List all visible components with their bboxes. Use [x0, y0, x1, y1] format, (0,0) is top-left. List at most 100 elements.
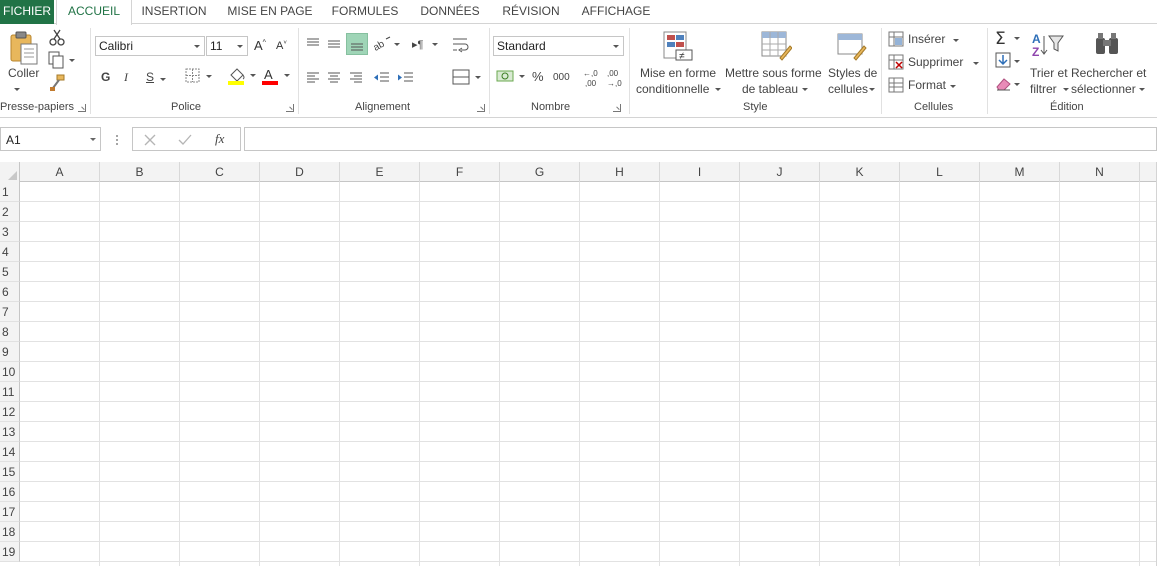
insert-cells-caret[interactable]	[950, 33, 959, 47]
column-header-c[interactable]: C	[180, 162, 260, 182]
decrease-decimal-icon[interactable]: ,00 →,0	[606, 67, 626, 89]
find-select-icon[interactable]	[1093, 30, 1123, 60]
clear-icon[interactable]	[994, 75, 1024, 93]
format-as-table-icon[interactable]	[760, 30, 793, 62]
conditional-formatting-caret[interactable]	[712, 82, 721, 96]
conditional-formatting-icon[interactable]: ≠	[662, 30, 694, 62]
row-header-17[interactable]: 17	[0, 502, 20, 522]
insert-cells-label[interactable]: Insérer	[908, 32, 945, 46]
align-right-icon[interactable]	[348, 70, 364, 86]
delete-cells-caret[interactable]	[970, 56, 979, 70]
decrease-indent-icon[interactable]	[372, 70, 390, 86]
enter-check-icon[interactable]	[178, 133, 192, 147]
copy-icon[interactable]	[48, 51, 76, 69]
cell-styles-icon[interactable]	[836, 30, 868, 62]
tab-home[interactable]: ACCUEIL	[56, 0, 132, 25]
format-cells-caret[interactable]	[947, 79, 956, 93]
row-header-9[interactable]: 9	[0, 342, 20, 362]
cell-styles-caret[interactable]	[866, 82, 875, 96]
paste-icon[interactable]	[8, 30, 40, 66]
sort-filter-caret[interactable]	[1060, 82, 1069, 96]
tab-view[interactable]: AFFICHAGE	[576, 0, 656, 24]
tab-review[interactable]: RÉVISION	[496, 0, 566, 24]
chevron-down-icon[interactable]	[233, 37, 247, 55]
tab-formulas[interactable]: FORMULES	[326, 0, 404, 24]
tab-data[interactable]: DONNÉES	[414, 0, 486, 24]
format-painter-icon[interactable]	[48, 74, 66, 92]
column-header-b[interactable]: B	[100, 162, 180, 182]
delete-cells-icon[interactable]	[888, 54, 904, 70]
orientation-icon[interactable]: ab	[371, 35, 402, 54]
align-bottom-icon[interactable]	[346, 33, 368, 55]
name-box[interactable]: A1	[0, 127, 101, 151]
column-header-e[interactable]: E	[340, 162, 420, 182]
insert-cells-icon[interactable]	[888, 31, 904, 47]
row-header-12[interactable]: 12	[0, 402, 20, 422]
format-cells-label[interactable]: Format	[908, 78, 946, 92]
clipboard-launcher[interactable]	[78, 104, 86, 112]
find-select-caret[interactable]	[1136, 82, 1145, 96]
format-as-table-label-1[interactable]: Mettre sous forme	[725, 66, 822, 80]
align-left-icon[interactable]	[305, 70, 321, 86]
increase-indent-icon[interactable]	[396, 70, 414, 86]
cell-styles-label-1[interactable]: Styles de	[828, 66, 877, 80]
chevron-down-icon[interactable]	[190, 37, 204, 55]
find-select-label-2[interactable]: sélectionner	[1071, 82, 1136, 96]
column-header-h[interactable]: H	[580, 162, 660, 182]
column-header-a[interactable]: A	[20, 162, 100, 182]
row-header-15[interactable]: 15	[0, 462, 20, 482]
format-cells-icon[interactable]	[888, 77, 904, 93]
row-header-16[interactable]: 16	[0, 482, 20, 502]
find-select-label-1[interactable]: Rechercher et	[1071, 66, 1146, 80]
sort-filter-label-2[interactable]: filtrer	[1030, 82, 1057, 96]
row-header-2[interactable]: 2	[0, 202, 20, 222]
tab-page-layout[interactable]: MISE EN PAGE	[222, 0, 318, 24]
conditional-formatting-label-2[interactable]: conditionnelle	[636, 82, 709, 96]
merge-center-icon[interactable]	[451, 68, 483, 88]
column-header-d[interactable]: D	[260, 162, 340, 182]
insert-function-button[interactable]: fx	[215, 132, 224, 146]
font-color-icon[interactable]: A	[261, 66, 293, 86]
text-direction-icon[interactable]: ▸¶	[410, 35, 440, 53]
chevron-down-icon[interactable]	[90, 138, 96, 141]
autosum-icon[interactable]: Σ	[994, 29, 1024, 49]
font-launcher[interactable]	[286, 104, 294, 112]
row-header-7[interactable]: 7	[0, 302, 20, 322]
row-header-13[interactable]: 13	[0, 422, 20, 442]
font-name-combo[interactable]: Calibri	[95, 36, 205, 56]
sort-filter-label-1[interactable]: Trier et	[1030, 66, 1068, 80]
row-header-3[interactable]: 3	[0, 222, 20, 242]
thousands-separator-button[interactable]: 000	[553, 71, 570, 85]
row-header-10[interactable]: 10	[0, 362, 20, 382]
cut-icon[interactable]	[48, 29, 66, 47]
column-header-k[interactable]: K	[820, 162, 900, 182]
accounting-format-icon[interactable]	[496, 67, 528, 87]
row-header-4[interactable]: 4	[0, 242, 20, 262]
shrink-font-icon[interactable]: A˅	[276, 40, 288, 56]
grow-font-icon[interactable]: A^	[254, 38, 268, 54]
increase-decimal-icon[interactable]: ←,0,00	[582, 67, 602, 89]
tab-insert[interactable]: INSERTION	[136, 0, 212, 24]
cell-styles-label-2[interactable]: cellules	[828, 82, 868, 96]
row-header-19[interactable]: 19	[0, 542, 20, 562]
bold-button[interactable]: G	[101, 70, 110, 84]
tab-file[interactable]: FICHIER	[0, 0, 54, 24]
alignment-launcher[interactable]	[477, 104, 485, 112]
number-format-combo[interactable]: Standard	[493, 36, 624, 56]
row-header-8[interactable]: 8	[0, 322, 20, 342]
column-header-f[interactable]: F	[420, 162, 500, 182]
wrap-text-icon[interactable]	[451, 36, 471, 54]
fill-color-icon[interactable]	[227, 66, 259, 86]
row-header-11[interactable]: 11	[0, 382, 20, 402]
select-all-corner[interactable]	[0, 162, 20, 182]
column-header-j[interactable]: J	[740, 162, 820, 182]
formula-bar-resize-handle[interactable]	[114, 133, 120, 147]
row-header-18[interactable]: 18	[0, 522, 20, 542]
fill-icon[interactable]	[994, 52, 1024, 70]
column-header-n[interactable]: N	[1060, 162, 1140, 182]
paste-label[interactable]: Coller	[8, 66, 39, 80]
conditional-formatting-label-1[interactable]: Mise en forme	[640, 66, 716, 80]
column-header-i[interactable]: I	[660, 162, 740, 182]
formula-input[interactable]	[244, 127, 1157, 151]
paste-dropdown-caret[interactable]	[11, 82, 20, 96]
